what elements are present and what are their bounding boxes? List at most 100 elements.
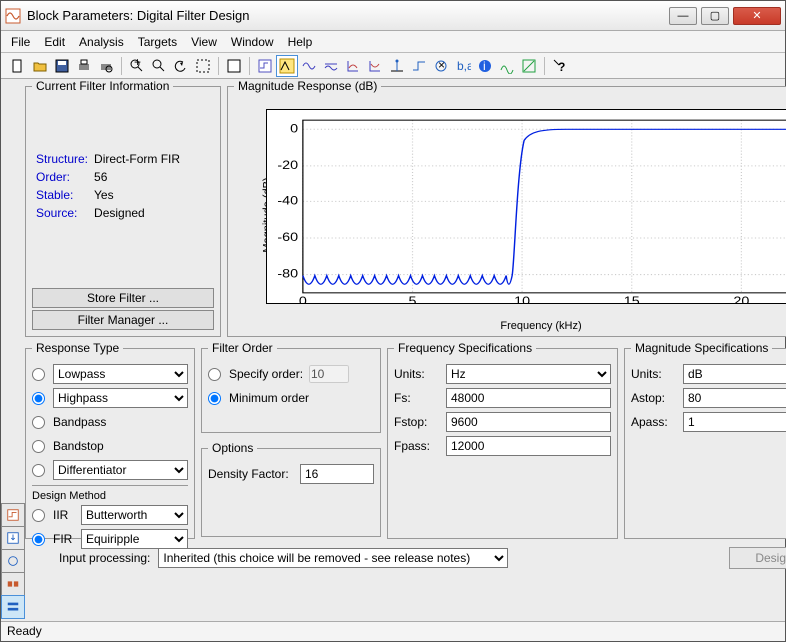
full-view-icon[interactable] — [223, 55, 245, 77]
store-filter-button[interactable]: Store Filter ... — [32, 288, 214, 308]
menu-window[interactable]: Window — [231, 35, 274, 49]
diff-select[interactable]: Differentiator — [53, 460, 188, 480]
menu-file[interactable]: File — [11, 35, 30, 49]
svg-text:+: + — [134, 58, 141, 69]
menu-targets[interactable]: Targets — [138, 35, 177, 49]
highpass-select[interactable]: Highpass — [53, 388, 188, 408]
app-icon — [5, 8, 21, 24]
mag-spec-panel: Magnitude Specifications Units: dB Astop:… — [624, 341, 786, 539]
undo-icon[interactable] — [170, 55, 192, 77]
svg-text:?: ? — [558, 60, 565, 74]
phase-delay-icon[interactable] — [364, 55, 386, 77]
bandstop-label: Bandstop — [53, 439, 104, 453]
fs-input[interactable] — [446, 388, 611, 408]
menu-help[interactable]: Help — [288, 35, 313, 49]
minimum-order-radio[interactable] — [208, 392, 221, 405]
mag-units-select[interactable]: dB — [683, 364, 786, 384]
stable-value: Yes — [92, 187, 182, 203]
redo-icon[interactable] — [192, 55, 214, 77]
minimize-button[interactable]: — — [669, 7, 697, 25]
side-design-icon[interactable] — [1, 503, 25, 527]
specify-order-radio[interactable] — [208, 368, 221, 381]
svg-text:-40: -40 — [277, 193, 298, 207]
side-manage-icon[interactable] — [1, 595, 25, 619]
menu-edit[interactable]: Edit — [44, 35, 65, 49]
new-icon[interactable] — [7, 55, 29, 77]
roundoff-icon[interactable] — [518, 55, 540, 77]
apass-input[interactable] — [683, 412, 786, 432]
magnitude-est-icon[interactable] — [496, 55, 518, 77]
stable-label: Stable: — [34, 187, 90, 203]
close-button[interactable]: ✕ — [733, 7, 781, 25]
options-legend: Options — [208, 441, 257, 455]
diff-radio[interactable] — [32, 464, 45, 477]
bandpass-radio[interactable] — [32, 416, 45, 429]
lowpass-radio[interactable] — [32, 368, 45, 381]
print-icon[interactable] — [73, 55, 95, 77]
svg-text:-60: -60 — [277, 230, 298, 244]
svg-text:0: 0 — [290, 121, 298, 135]
info-icon[interactable]: i — [474, 55, 496, 77]
fpass-input[interactable] — [446, 436, 611, 456]
magphase-icon[interactable] — [320, 55, 342, 77]
status-text: Ready — [7, 624, 42, 638]
input-processing-select[interactable]: Inherited (this choice will be removed -… — [158, 548, 508, 568]
astop-input[interactable] — [683, 388, 786, 408]
iir-select[interactable]: Butterworth — [81, 505, 188, 525]
chart-xlabel: Frequency (kHz) — [228, 320, 786, 332]
order-label: Order: — [34, 169, 90, 185]
magnitude-icon[interactable] — [276, 55, 298, 77]
titlebar: Block Parameters: Digital Filter Design … — [1, 1, 785, 31]
astop-label: Astop: — [631, 391, 677, 405]
fir-radio[interactable] — [32, 533, 45, 546]
group-delay-icon[interactable] — [342, 55, 364, 77]
design-method-legend: Design Method — [32, 485, 188, 502]
maximize-button[interactable]: ▢ — [701, 7, 729, 25]
print-preview-icon[interactable] — [95, 55, 117, 77]
svg-text:0: 0 — [299, 294, 307, 303]
svg-text:10: 10 — [514, 294, 530, 303]
mag-spec-legend: Magnitude Specifications — [631, 341, 772, 355]
svg-text:i: i — [483, 59, 486, 73]
context-help-icon[interactable]: ? — [549, 55, 571, 77]
coefficients-icon[interactable]: b,a — [452, 55, 474, 77]
step-icon[interactable] — [408, 55, 430, 77]
side-import-icon[interactable] — [1, 526, 25, 550]
filter-spec-icon[interactable] — [254, 55, 276, 77]
fstop-input[interactable] — [446, 412, 611, 432]
menu-analysis[interactable]: Analysis — [79, 35, 124, 49]
side-realize-icon[interactable] — [1, 572, 25, 596]
bandstop-radio[interactable] — [32, 440, 45, 453]
design-filter-button[interactable]: Design Filter — [729, 547, 786, 569]
menu-view[interactable]: View — [191, 35, 217, 49]
highpass-radio[interactable] — [32, 392, 45, 405]
svg-text:b,a: b,a — [457, 59, 471, 73]
apass-label: Apass: — [631, 415, 677, 429]
options-panel: Options Density Factor: — [201, 441, 381, 537]
order-value: 56 — [92, 169, 182, 185]
phase-icon[interactable] — [298, 55, 320, 77]
iir-radio[interactable] — [32, 509, 45, 522]
response-type-panel: Response Type Lowpass Highpass Bandpass … — [25, 341, 195, 539]
open-icon[interactable] — [29, 55, 51, 77]
pole-zero-icon[interactable]: × — [430, 55, 452, 77]
svg-text:×: × — [438, 58, 445, 72]
input-processing-label: Input processing: — [59, 551, 150, 565]
fir-select[interactable]: Equiripple — [81, 529, 188, 549]
freq-units-select[interactable]: Hz — [446, 364, 611, 384]
filter-manager-button[interactable]: Filter Manager ... — [32, 310, 214, 330]
lowpass-select[interactable]: Lowpass — [53, 364, 188, 384]
impulse-icon[interactable] — [386, 55, 408, 77]
toolbar: + × b,a i ? — [1, 53, 785, 79]
side-polezero-icon[interactable] — [1, 549, 25, 573]
zoom-out-icon[interactable] — [148, 55, 170, 77]
mag-units-label: Units: — [631, 367, 677, 381]
zoom-in-icon[interactable]: + — [126, 55, 148, 77]
save-icon[interactable] — [51, 55, 73, 77]
magnitude-plot: 0 -20 -40 -60 -80 0 5 10 15 — [266, 109, 786, 304]
svg-text:15: 15 — [624, 294, 640, 303]
density-factor-input[interactable] — [300, 464, 374, 484]
window-title: Block Parameters: Digital Filter Design — [27, 8, 669, 23]
freq-spec-panel: Frequency Specifications Units:Hz Fs: Fs… — [387, 341, 618, 539]
bandpass-label: Bandpass — [53, 415, 106, 429]
